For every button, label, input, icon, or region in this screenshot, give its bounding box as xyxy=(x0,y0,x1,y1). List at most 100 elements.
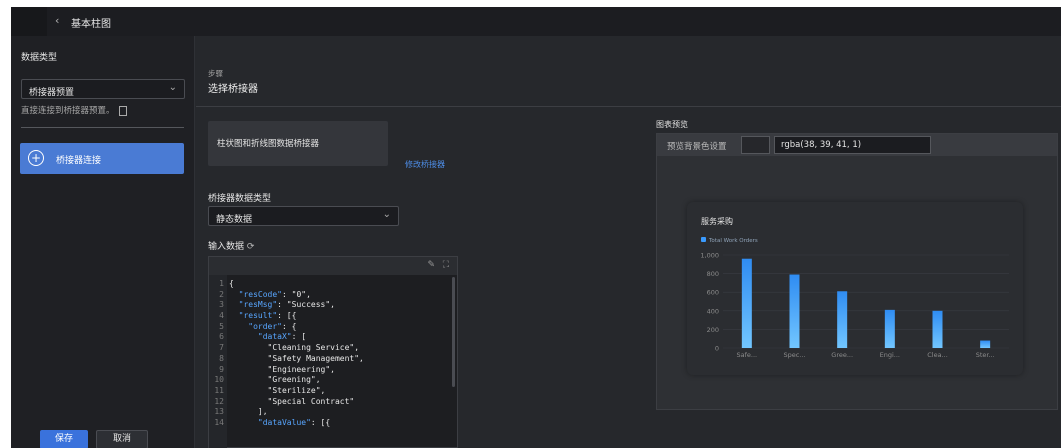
bar-safe xyxy=(741,258,752,348)
bar-spec xyxy=(789,274,800,348)
cancel-button[interactable]: 取消 xyxy=(96,430,148,448)
code-line: 4 "result": [{ xyxy=(209,311,447,322)
line-text: "order": { xyxy=(229,322,296,331)
editor-scrollbar[interactable] xyxy=(452,277,455,387)
bar-ster xyxy=(980,340,991,348)
bridge-type-value: 静态数据 xyxy=(216,215,253,225)
legend-swatch xyxy=(701,237,706,242)
bg-color-swatch[interactable] xyxy=(741,136,770,154)
code-line: 12 "Special Contract" xyxy=(209,397,447,408)
code-editor[interactable]: ✎ ⛶ 1{2 "resCode": "0", 3 "resMsg": "Succ… xyxy=(208,256,458,448)
line-number: 1 xyxy=(219,279,224,288)
bg-color-input[interactable]: rgba(38, 39, 41, 1) xyxy=(774,136,931,154)
bg-setting-label: 预览背景色设置 xyxy=(667,142,727,152)
main-panel: 步骤 选择桥接器 柱状图和折线图数据桥接器 修改桥接器 桥接器数据类型 静态数据… xyxy=(196,36,1061,448)
data-type-select[interactable]: 桥接器预置 ⌄ xyxy=(21,79,185,99)
code-text: "Greening", xyxy=(229,375,321,385)
code-line: 2 "resCode": "0", xyxy=(209,290,447,301)
line-number: 9 xyxy=(219,364,224,374)
code-text: "Sterilize", xyxy=(229,385,326,395)
line-text: "dataValue": [{ xyxy=(229,418,330,427)
preview-bg-bar: 预览背景色设置 rgba(38, 39, 41, 1) xyxy=(657,134,1057,156)
code-line: 8 "Safety Management", xyxy=(209,354,447,365)
code-text: : { xyxy=(281,321,297,331)
preview-label: 图表预览 xyxy=(656,120,688,129)
data-type-value: 桥接器预置 xyxy=(29,88,75,98)
back-icon[interactable]: ‹ xyxy=(55,14,59,27)
code-line: 13 ], xyxy=(209,407,447,418)
bridge-connect-label: 桥接器连接 xyxy=(56,156,102,166)
code-key: "resCode" xyxy=(238,289,282,299)
line-text: "Engineering", xyxy=(229,365,335,374)
code-text: : "0", xyxy=(282,289,311,299)
y-tick-label: 1,000 xyxy=(700,252,719,260)
code-key: "dataValue" xyxy=(257,417,311,427)
code-line: 5 "order": { xyxy=(209,322,447,333)
x-tick-label: Spec... xyxy=(783,351,805,359)
document-icon[interactable] xyxy=(118,105,127,116)
line-text: "dataX": [ xyxy=(229,332,306,341)
code-key: "result" xyxy=(238,311,278,321)
code-text: { xyxy=(229,279,234,288)
line-number: 12 xyxy=(214,396,224,406)
x-tick-label: Gree... xyxy=(831,351,853,359)
line-number: 3 xyxy=(219,300,224,310)
line-text: "resMsg": "Success", xyxy=(229,300,335,309)
chart-card: 服务采购 Total Work Orders 0 200 400 600 800 1,000 S… xyxy=(687,202,1023,375)
line-number: 6 xyxy=(219,332,224,342)
code-line: 11 "Sterilize", xyxy=(209,386,447,397)
hint-text: 直接连接到桥接器预置。 xyxy=(21,106,115,116)
code-text: : "Success", xyxy=(277,300,335,310)
code-text: "Cleaning Service", xyxy=(229,343,360,353)
y-tick-label: 0 xyxy=(715,345,719,353)
bar-chart: 服务采购 Total Work Orders 0 200 400 600 800 1,000 S… xyxy=(700,216,1009,359)
sidebar-divider xyxy=(21,127,184,128)
code-line: 1{ xyxy=(209,279,447,290)
code-key: "dataX" xyxy=(257,332,292,342)
bridge-card[interactable]: 柱状图和折线图数据桥接器 xyxy=(208,121,388,166)
page-title: 基本柱图 xyxy=(71,19,111,30)
line-number: 11 xyxy=(214,385,224,395)
data-type-hint: 直接连接到桥接器预置。 xyxy=(21,104,127,116)
chart-preview-panel: 预览背景色设置 rgba(38, 39, 41, 1) 服务采购 Total Wo… xyxy=(656,133,1058,410)
x-tick-label: Safe... xyxy=(737,351,758,359)
y-tick-label: 600 xyxy=(707,289,719,297)
code-text: : [ xyxy=(291,332,307,342)
sidebar: 数据类型 桥接器预置 ⌄ 直接连接到桥接器预置。 + 桥接器连接 保存 取消 xyxy=(11,36,195,448)
line-number: 5 xyxy=(219,321,224,331)
line-number: 7 xyxy=(219,343,224,353)
app-logo xyxy=(11,7,47,36)
line-number: 13 xyxy=(214,407,224,417)
line-number: 10 xyxy=(214,375,224,385)
chevron-down-icon: ⌄ xyxy=(382,209,391,220)
code-content[interactable]: 1{2 "resCode": "0", 3 "resMsg": "Success"… xyxy=(209,279,447,429)
line-text: { xyxy=(229,279,234,288)
top-bar: ‹ 基本柱图 xyxy=(11,7,1061,36)
save-button[interactable]: 保存 xyxy=(40,430,88,448)
input-data-label: 输入数据 ⟳ xyxy=(208,239,254,252)
code-key: "order" xyxy=(248,321,282,331)
line-number: 4 xyxy=(219,311,224,321)
code-line: 9 "Engineering", xyxy=(209,365,447,376)
line-text: "Sterilize", xyxy=(229,385,326,395)
legend-label: Total Work Orders xyxy=(708,238,758,244)
add-circle-icon: + xyxy=(28,150,44,166)
format-icon[interactable]: ✎ xyxy=(427,260,435,270)
modify-bridge-link[interactable]: 修改桥接器 xyxy=(405,159,445,170)
code-text: "Safety Management", xyxy=(229,353,364,363)
line-text: "Greening", xyxy=(229,375,321,384)
line-text: "result": [{ xyxy=(229,311,297,321)
line-text: "Safety Management", xyxy=(229,354,364,363)
bridge-connect-button[interactable]: + 桥接器连接 xyxy=(20,143,184,174)
code-line: 14 "dataValue": [{ xyxy=(209,418,447,429)
bar-clea xyxy=(932,310,943,348)
line-text: "Special Contract" xyxy=(229,397,355,406)
bridge-type-select[interactable]: 静态数据 ⌄ xyxy=(208,206,399,226)
line-number: 2 xyxy=(219,289,224,299)
fullscreen-icon[interactable]: ⛶ xyxy=(443,260,449,270)
refresh-icon[interactable]: ⟳ xyxy=(247,242,255,252)
editor-toolbar: ✎ ⛶ xyxy=(209,257,457,275)
